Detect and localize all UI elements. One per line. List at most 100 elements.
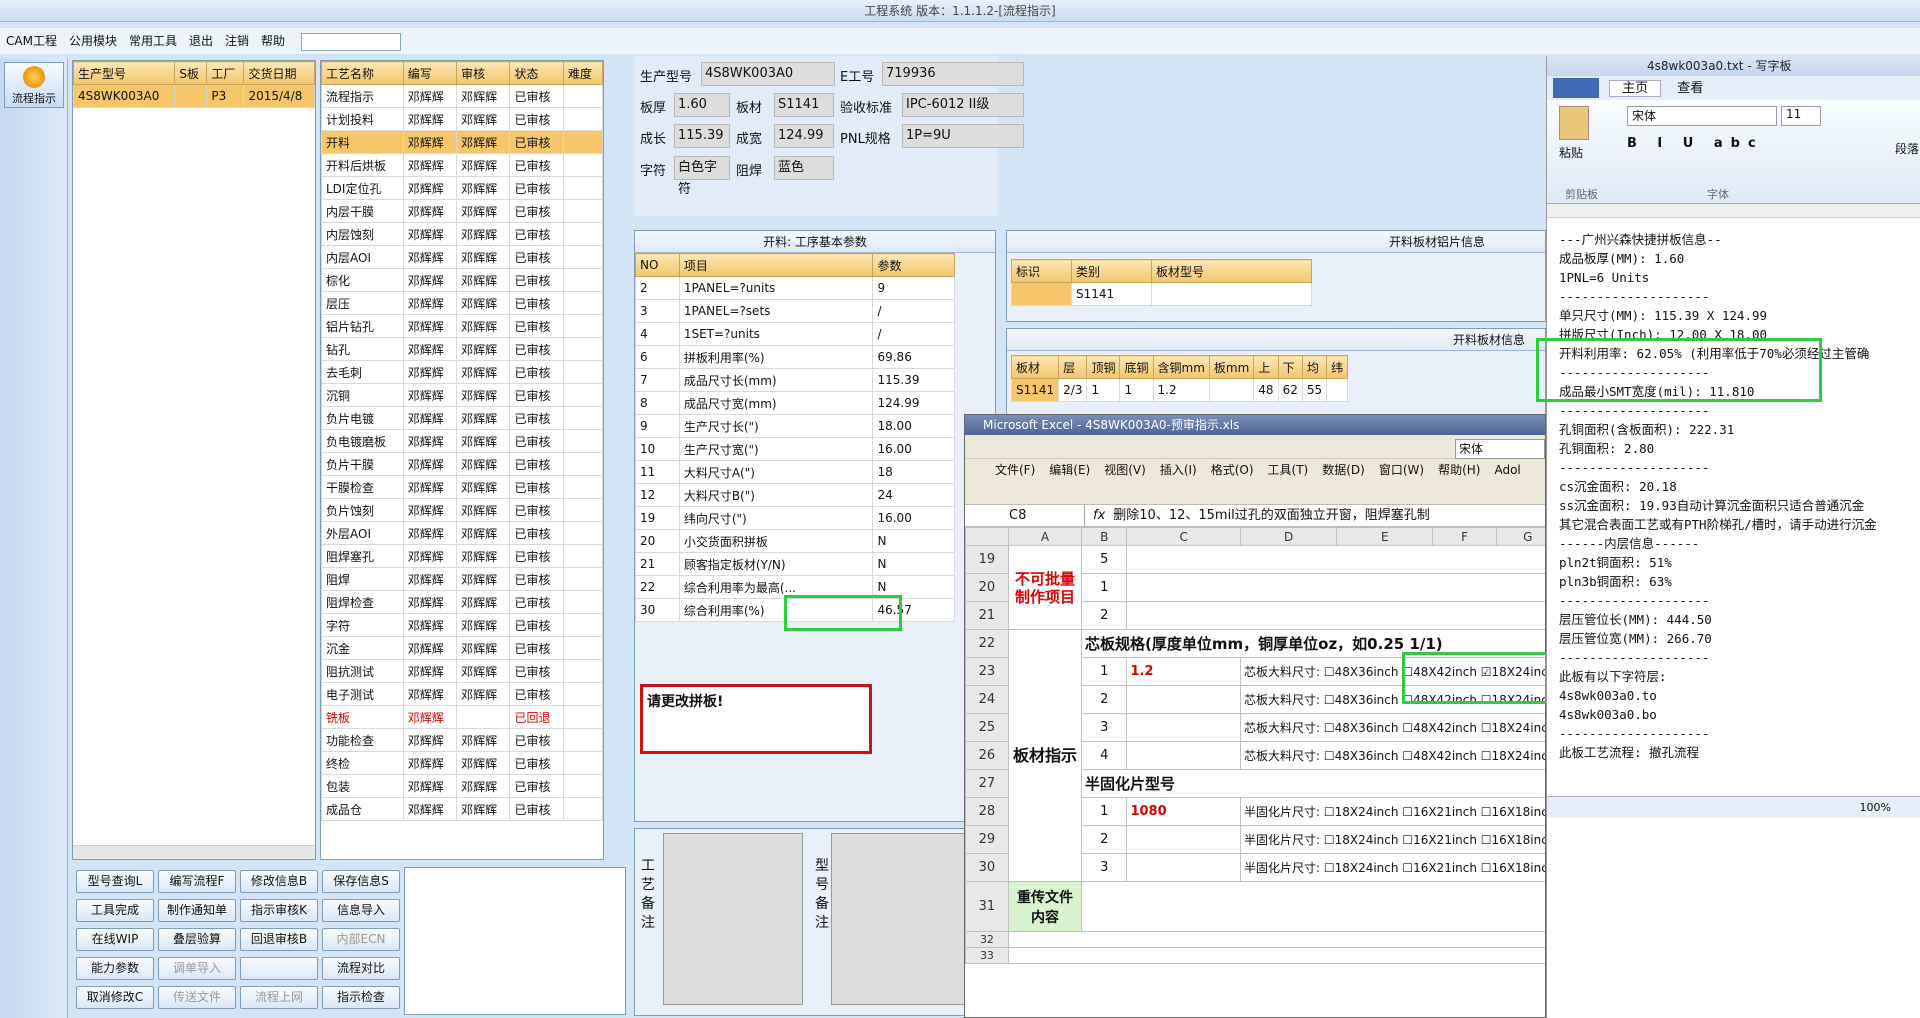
table-row[interactable]: 9 生产尺寸长(") 18.00 [635, 414, 955, 438]
note-box: 请更改拼板! [640, 684, 872, 754]
action-button[interactable]: 指示检查 [322, 986, 400, 1009]
action-button[interactable]: 指示审核K [240, 899, 318, 922]
excel-menu-item[interactable]: 视图(V) [1104, 463, 1146, 477]
action-button[interactable]: 保存信息S [322, 870, 400, 893]
document-text[interactable]: ---广州兴森快捷拼板信息-- 成品板厚(MM): 1.60 1PNL=6 Unit… [1547, 218, 1920, 782]
tab-view[interactable]: 查看 [1665, 81, 1715, 96]
action-button[interactable] [240, 957, 318, 980]
table-row[interactable]: 7 成品尺寸长(mm) 115.39 [635, 368, 955, 392]
excel-menu-item[interactable]: 格式(O) [1211, 463, 1254, 477]
action-button[interactable]: 流程对比 [322, 957, 400, 980]
table-row[interactable]: 包装 邓辉辉 邓辉辉 已审核 [321, 774, 604, 798]
table-row[interactable]: 负电镀磨板 邓辉辉 邓辉辉 已审核 [321, 429, 604, 453]
zoom-level[interactable]: 100% [1860, 801, 1891, 814]
table-row[interactable]: LDI定位孔 邓辉辉 邓辉辉 已审核 [321, 176, 604, 200]
model-remark-field[interactable] [831, 833, 981, 1005]
action-button[interactable]: 取消修改C [76, 986, 154, 1009]
table-row[interactable]: 铣板 邓辉辉 已回退 [321, 705, 604, 729]
table-row[interactable]: 阻焊检查 邓辉辉 邓辉辉 已审核 [321, 590, 604, 614]
excel-menu-item[interactable]: 文件(F) [995, 463, 1035, 477]
action-button[interactable]: 叠层验算 [158, 928, 236, 951]
action-button[interactable]: 内部ECN [322, 928, 400, 951]
table-row[interactable]: 内层AOI 邓辉辉 邓辉辉 已审核 [321, 245, 604, 269]
excel-menu-item[interactable]: 工具(T) [1268, 463, 1309, 477]
table-row[interactable]: 11 大料尺寸A(") 18 [635, 460, 955, 484]
text-line: 此板工艺流程: 撤孔流程 [1559, 745, 1700, 760]
table-row[interactable]: 成品仓 邓辉辉 邓辉辉 已审核 [321, 797, 604, 821]
table-row[interactable]: 内层干膜 邓辉辉 邓辉辉 已审核 [321, 199, 604, 223]
action-button[interactable]: 编写流程F [158, 870, 236, 893]
table-row[interactable]: 4 1SET=?units / [635, 322, 955, 346]
action-button[interactable]: 流程上网 [240, 986, 318, 1009]
table-row[interactable]: 流程指示 邓辉辉 邓辉辉 已审核 [321, 84, 604, 108]
excel-menu-item[interactable]: 数据(D) [1322, 463, 1365, 477]
table-row[interactable]: 钻孔 邓辉辉 邓辉辉 已审核 [321, 337, 604, 361]
table-row[interactable]: 去毛刺 邓辉辉 邓辉辉 已审核 [321, 360, 604, 384]
table-row[interactable]: 沉金 邓辉辉 邓辉辉 已审核 [321, 636, 604, 660]
table-row[interactable]: 外层AOI 邓辉辉 邓辉辉 已审核 [321, 521, 604, 545]
table-row[interactable]: 21 顾客指定板材(Y/N) N [635, 552, 955, 576]
table-row[interactable]: 铝片钻孔 邓辉辉 邓辉辉 已审核 [321, 314, 604, 338]
table-row[interactable]: 20 小交货面积拼板 N [635, 529, 955, 553]
action-button[interactable]: 调单导入 [158, 957, 236, 980]
table-row[interactable]: 6 拼板利用率(%) 69.86 [635, 345, 955, 369]
excel-sheet: ABCDEFGH 19不可批量制作项目5 201 212 22板材指示芯板规格(… [965, 527, 1545, 964]
table-row[interactable]: 内层蚀刻 邓辉辉 邓辉辉 已审核 [321, 222, 604, 246]
action-button[interactable]: 信息导入 [322, 899, 400, 922]
excel-menu-item[interactable]: 窗口(W) [1379, 463, 1424, 477]
menu-logout[interactable]: 注销 [219, 28, 255, 54]
table-row[interactable]: 开料后烘板 邓辉辉 邓辉辉 已审核 [321, 153, 604, 177]
table-row[interactable]: 负片干膜 邓辉辉 邓辉辉 已审核 [321, 452, 604, 476]
table-row[interactable]: 10 生产尺寸宽(") 16.00 [635, 437, 955, 461]
menu-combo[interactable] [301, 32, 402, 51]
action-button[interactable]: 型号查询L [76, 870, 154, 893]
table-row[interactable]: 2 1PANEL=?units 9 [635, 276, 955, 300]
excel-menu-item[interactable]: 编辑(E) [1049, 463, 1090, 477]
excel-menu-item[interactable]: Adol [1494, 463, 1520, 477]
table-row[interactable]: 阻抗测试 邓辉辉 邓辉辉 已审核 [321, 659, 604, 683]
action-button[interactable]: 工具完成 [76, 899, 154, 922]
table-row[interactable]: 棕化 邓辉辉 邓辉辉 已审核 [321, 268, 604, 292]
table-row[interactable]: 负片电镀 邓辉辉 邓辉辉 已审核 [321, 406, 604, 430]
font-name-box[interactable]: 宋体 [1627, 106, 1777, 126]
table-row[interactable]: 3 1PANEL=?sets / [635, 299, 955, 323]
table-row[interactable]: 8 成品尺寸宽(mm) 124.99 [635, 391, 955, 415]
table-row[interactable]: 负片蚀刻 邓辉辉 邓辉辉 已审核 [321, 498, 604, 522]
table-row[interactable]: 12 大料尺寸B(") 24 [635, 483, 955, 507]
action-button[interactable]: 制作通知单 [158, 899, 236, 922]
menu-help[interactable]: 帮助 [255, 28, 291, 54]
excel-menu-item[interactable]: 帮助(H) [1438, 463, 1480, 477]
action-button[interactable]: 能力参数 [76, 957, 154, 980]
table-row[interactable]: 干膜检查 邓辉辉 邓辉辉 已审核 [321, 475, 604, 499]
horizontal-scrollbar[interactable] [73, 845, 315, 859]
menu-tools[interactable]: 常用工具 [123, 28, 183, 54]
table-row[interactable]: 电子测试 邓辉辉 邓辉辉 已审核 [321, 682, 604, 706]
action-button[interactable]: 在线WIP [76, 928, 154, 951]
table-row[interactable]: 层压 邓辉辉 邓辉辉 已审核 [321, 291, 604, 315]
menu-cam[interactable]: CAM工程 [0, 28, 63, 54]
table-row[interactable]: 字符 邓辉辉 邓辉辉 已审核 [321, 613, 604, 637]
table-row[interactable]: 功能检查 邓辉辉 邓辉辉 已审核 [321, 728, 604, 752]
excel-font-box[interactable]: 宋体 [1455, 439, 1545, 459]
menu-common[interactable]: 公用模块 [63, 28, 123, 54]
craft-remark-field[interactable] [663, 833, 803, 1005]
table-row[interactable]: 沉铜 邓辉辉 邓辉辉 已审核 [321, 383, 604, 407]
paste-icon[interactable] [1559, 106, 1589, 140]
file-menu-button[interactable] [1553, 78, 1599, 98]
font-size-box[interactable]: 11 [1781, 106, 1821, 126]
table-row[interactable]: 开料 邓辉辉 邓辉辉 已审核 [321, 130, 604, 154]
table-row[interactable]: 计划投料 邓辉辉 邓辉辉 已审核 [321, 107, 604, 131]
action-button[interactable]: 回退审核B [240, 928, 318, 951]
table-row[interactable]: 阻焊塞孔 邓辉辉 邓辉辉 已审核 [321, 544, 604, 568]
table-row[interactable]: 阻焊 邓辉辉 邓辉辉 已审核 [321, 567, 604, 591]
action-button[interactable]: 修改信息B [240, 870, 318, 893]
format-buttons[interactable]: B I U abc [1627, 136, 1764, 151]
table-row[interactable]: 19 纬向尺寸(") 16.00 [635, 506, 955, 530]
table-row[interactable]: 终检 邓辉辉 邓辉辉 已审核 [321, 751, 604, 775]
tab-home[interactable]: 主页 [1609, 79, 1662, 97]
menu-exit[interactable]: 退出 [183, 28, 219, 54]
action-button[interactable]: 传送文件 [158, 986, 236, 1009]
flow-indicator-button[interactable]: 流程指示 [4, 62, 64, 108]
excel-menu-item[interactable]: 插入(I) [1160, 463, 1197, 477]
table-row[interactable]: 4S8WK003A0 P3 2015/4/8 [72, 84, 315, 108]
